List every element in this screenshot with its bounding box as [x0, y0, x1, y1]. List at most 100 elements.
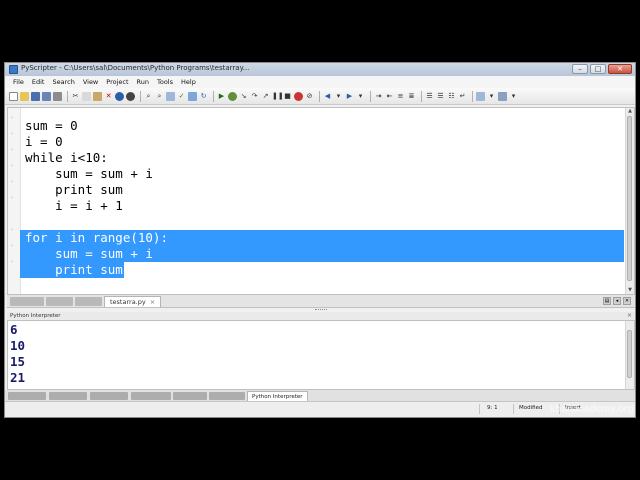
code-line-selected[interactable]: sum = sum + i: [25, 246, 153, 262]
step-over-icon[interactable]: ↷: [250, 92, 259, 101]
toolbar-separator: [370, 90, 371, 102]
stop-icon[interactable]: ■: [283, 92, 292, 101]
toolbar-separator: [140, 90, 141, 102]
code-editor[interactable]: › › › › › › › › › sum = 0 i = 0 while i<…: [7, 107, 635, 295]
menu-tools[interactable]: Tools: [157, 78, 173, 86]
bottom-tab[interactable]: [131, 392, 171, 400]
tab-scroll-left-icon[interactable]: ◂: [613, 297, 621, 305]
bottom-tab[interactable]: [49, 392, 87, 400]
scroll-up-icon[interactable]: ▲: [626, 108, 634, 115]
bookmark-icon[interactable]: [188, 91, 197, 101]
python-interpreter-output[interactable]: 6 10 15 21: [7, 320, 635, 390]
stop-circle-icon[interactable]: [126, 91, 135, 101]
editor-tab-active[interactable]: testarra.py ×: [104, 296, 162, 307]
pause-icon[interactable]: ❚❚: [272, 92, 284, 101]
list-view-icon[interactable]: ☰: [436, 92, 445, 101]
code-line[interactable]: sum = sum + i: [25, 166, 153, 182]
refresh-icon[interactable]: ↻: [199, 92, 208, 101]
comment-icon[interactable]: ≡: [396, 92, 405, 101]
outline-icon[interactable]: ☷: [447, 92, 456, 101]
breakpoint-icon[interactable]: [294, 91, 303, 101]
menu-help[interactable]: Help: [181, 78, 196, 86]
debug-icon[interactable]: [228, 91, 237, 101]
word-wrap-icon[interactable]: ↵: [458, 92, 467, 101]
indent-icon[interactable]: ⇥: [374, 92, 383, 101]
editor-tab[interactable]: [10, 297, 44, 306]
editor-tab[interactable]: [75, 297, 102, 306]
bottom-tab[interactable]: [90, 392, 128, 400]
save-icon[interactable]: [31, 91, 40, 101]
toolbar: ✂ ✕ ⌕ ⌕ ✓ ↻ ▶ ↘ ↷ ↗ ❚❚ ■ ⊘ ◀ ▾ ▶ ▾ ⇥ ⇤ ≡…: [5, 88, 635, 105]
code-line[interactable]: while i<10:: [25, 150, 108, 166]
scrollbar-thumb[interactable]: [627, 116, 632, 281]
bottom-tab[interactable]: [209, 392, 245, 400]
tab-bar-icons: ▤ ◂ ✕: [603, 297, 631, 305]
options-dropdown-icon[interactable]: ▾: [509, 92, 518, 101]
close-button[interactable]: ✕: [608, 64, 632, 74]
menu-run[interactable]: Run: [137, 78, 149, 86]
options-icon[interactable]: [498, 91, 507, 101]
editor-tab-bar: testarra.py × ▤ ◂ ✕: [7, 295, 635, 308]
find-icon[interactable]: ⌕: [144, 92, 153, 101]
clear-breakpoints-icon[interactable]: ⊘: [305, 92, 314, 101]
back-icon[interactable]: ◀: [323, 92, 332, 101]
save-all-icon[interactable]: [42, 91, 51, 101]
code-line[interactable]: i = i + 1: [25, 198, 123, 214]
step-into-icon[interactable]: ↘: [239, 92, 248, 101]
forward-dropdown-icon[interactable]: ▾: [356, 92, 365, 101]
dedent-icon[interactable]: ⇤: [385, 92, 394, 101]
back-dropdown-icon[interactable]: ▾: [334, 92, 343, 101]
title-bar[interactable]: PyScripter - C:\Users\sal\Documents\Pyth…: [5, 63, 635, 77]
globe-icon[interactable]: [115, 91, 124, 101]
minimize-button[interactable]: –: [572, 64, 588, 74]
code-line[interactable]: print sum: [25, 182, 123, 198]
code-line[interactable]: i = 0: [25, 134, 63, 150]
layout-dropdown-icon[interactable]: ▾: [487, 92, 496, 101]
new-file-icon[interactable]: [9, 91, 18, 101]
scrollbar-thumb[interactable]: [627, 330, 632, 378]
forward-icon[interactable]: ▶: [345, 92, 354, 101]
pane-close-icon[interactable]: ×: [627, 312, 632, 320]
step-out-icon[interactable]: ↗: [261, 92, 270, 101]
replace-icon[interactable]: [166, 91, 175, 101]
uncomment-icon[interactable]: ≣: [407, 92, 416, 101]
bottom-tab-active[interactable]: Python Interpreter: [247, 391, 308, 401]
print-icon[interactable]: [53, 91, 62, 101]
window-title: PyScripter - C:\Users\sal\Documents\Pyth…: [21, 64, 250, 72]
bottom-tab[interactable]: [8, 392, 46, 400]
run-icon[interactable]: ▶: [217, 92, 226, 101]
syntax-check-icon[interactable]: ✓: [177, 92, 186, 101]
tab-close-icon[interactable]: ×: [150, 298, 155, 306]
open-icon[interactable]: [20, 91, 29, 101]
copy-icon[interactable]: [82, 91, 91, 101]
code-line-selected[interactable]: for i in range(10):: [25, 230, 168, 246]
tab-close-all-icon[interactable]: ✕: [623, 297, 631, 305]
menu-search[interactable]: Search: [52, 78, 74, 86]
code-line-selected[interactable]: print sum: [25, 262, 123, 278]
menu-view[interactable]: View: [83, 78, 98, 86]
menu-file[interactable]: File: [13, 78, 24, 86]
scroll-down-icon[interactable]: ▼: [626, 287, 634, 294]
maximize-button[interactable]: □: [590, 64, 606, 74]
list-icon[interactable]: ☰: [425, 92, 434, 101]
line-marker-icon: ›: [11, 195, 13, 201]
editor-scrollbar[interactable]: ▲ ▼: [625, 108, 634, 294]
layout-icon[interactable]: [476, 91, 485, 101]
interpreter-scrollbar[interactable]: [625, 321, 634, 389]
menu-edit[interactable]: Edit: [32, 78, 45, 86]
window-controls: – □ ✕: [572, 64, 632, 74]
cut-icon[interactable]: ✂: [71, 92, 80, 101]
code-line[interactable]: sum = 0: [25, 118, 78, 134]
toolbar-separator: [319, 90, 320, 102]
bottom-tab-bar: Python Interpreter: [5, 390, 635, 402]
line-marker-icon: ›: [11, 131, 13, 137]
menu-project[interactable]: Project: [106, 78, 128, 86]
fold-marker-icon[interactable]: ›: [11, 147, 17, 153]
delete-icon[interactable]: ✕: [104, 92, 113, 101]
fold-marker-icon[interactable]: ›: [11, 227, 17, 233]
tab-list-icon[interactable]: ▤: [603, 297, 611, 305]
bottom-tab[interactable]: [173, 392, 207, 400]
find-next-icon[interactable]: ⌕: [155, 92, 164, 101]
editor-tab[interactable]: [46, 297, 73, 306]
paste-icon[interactable]: [93, 91, 102, 101]
